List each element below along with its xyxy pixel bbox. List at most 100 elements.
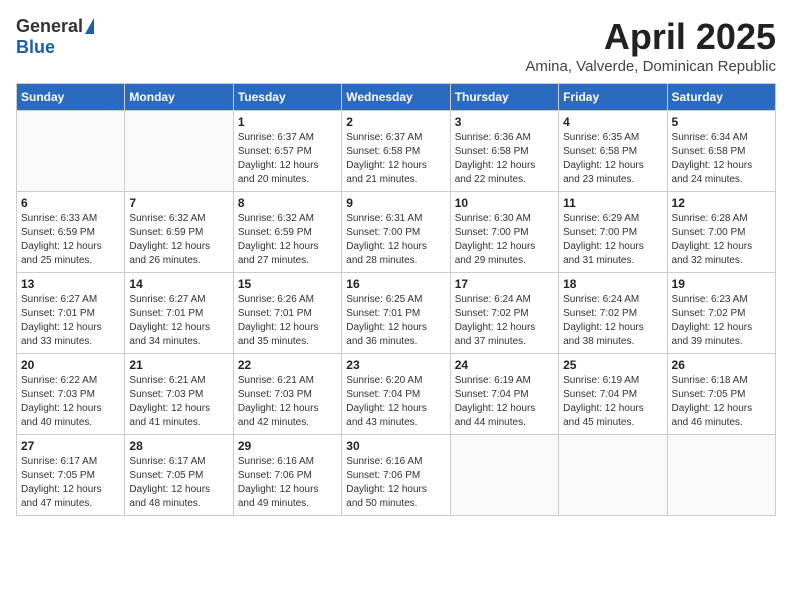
day-info-9: Sunrise: 6:31 AMSunset: 7:00 PMDaylight:… — [346, 212, 445, 268]
day-number-13: 13 — [21, 277, 120, 291]
header-sunday: Sunday — [17, 84, 125, 111]
day-number-28: 28 — [129, 439, 228, 453]
day-number-22: 22 — [238, 358, 337, 372]
calendar-empty — [559, 435, 667, 516]
day-number-24: 24 — [455, 358, 554, 372]
calendar-week-5: 27 Sunrise: 6:17 AMSunset: 7:05 PMDayligh… — [17, 435, 776, 516]
day-info-10: Sunrise: 6:30 AMSunset: 7:00 PMDaylight:… — [455, 212, 554, 268]
day-number-5: 5 — [672, 115, 771, 129]
calendar-day-23: 23 Sunrise: 6:20 AMSunset: 7:04 PMDayligh… — [342, 354, 450, 435]
day-info-8: Sunrise: 6:32 AMSunset: 6:59 PMDaylight:… — [238, 212, 337, 268]
calendar-day-7: 7Sunrise: 6:32 AMSunset: 6:59 PMDaylight… — [125, 192, 233, 273]
calendar-day-21: 21 Sunrise: 6:21 AMSunset: 7:03 PMDayligh… — [125, 354, 233, 435]
header-friday: Friday — [559, 84, 667, 111]
calendar-day-1: 1Sunrise: 6:37 AMSunset: 6:57 PMDaylight… — [233, 111, 341, 192]
day-number-4: 4 — [563, 115, 662, 129]
calendar-day-24: 24 Sunrise: 6:19 AMSunset: 7:04 PMDayligh… — [450, 354, 558, 435]
logo-general: General — [16, 16, 83, 37]
day-number-23: 23 — [346, 358, 445, 372]
day-info-26: Sunrise: 6:18 AMSunset: 7:05 PMDaylight:… — [672, 374, 771, 430]
calendar-week-4: 20 Sunrise: 6:22 AMSunset: 7:03 PMDayligh… — [17, 354, 776, 435]
day-info-21: Sunrise: 6:21 AMSunset: 7:03 PMDaylight:… — [129, 374, 228, 430]
calendar-day-19: 19 Sunrise: 6:23 AMSunset: 7:02 PMDayligh… — [667, 273, 775, 354]
calendar-day-12: 12 Sunrise: 6:28 AMSunset: 7:00 PMDayligh… — [667, 192, 775, 273]
day-number-2: 2 — [346, 115, 445, 129]
day-info-11: Sunrise: 6:29 AMSunset: 7:00 PMDaylight:… — [563, 212, 662, 268]
calendar-day-9: 9 Sunrise: 6:31 AMSunset: 7:00 PMDaylight… — [342, 192, 450, 273]
day-number-17: 17 — [455, 277, 554, 291]
header-thursday: Thursday — [450, 84, 558, 111]
title-area: April 2025 Amina, Valverde, Dominican Re… — [525, 16, 776, 75]
calendar-week-3: 13 Sunrise: 6:27 AMSunset: 7:01 PMDayligh… — [17, 273, 776, 354]
header-monday: Monday — [125, 84, 233, 111]
calendar-day-28: 28Sunrise: 6:17 AMSunset: 7:05 PMDayligh… — [125, 435, 233, 516]
calendar-table: Sunday Monday Tuesday Wednesday Thursday… — [16, 83, 776, 516]
logo-triangle-icon — [85, 18, 94, 34]
day-info-16: Sunrise: 6:25 AMSunset: 7:01 PMDaylight:… — [346, 293, 445, 349]
day-number-10: 10 — [455, 196, 554, 210]
calendar-day-8: 8 Sunrise: 6:32 AMSunset: 6:59 PMDaylight… — [233, 192, 341, 273]
day-info-23: Sunrise: 6:20 AMSunset: 7:04 PMDaylight:… — [346, 374, 445, 430]
day-number-12: 12 — [672, 196, 771, 210]
calendar-empty — [667, 435, 775, 516]
calendar-week-1: 1Sunrise: 6:37 AMSunset: 6:57 PMDaylight… — [17, 111, 776, 192]
day-number-29: 29 — [238, 439, 337, 453]
calendar-day-14: 14Sunrise: 6:27 AMSunset: 7:01 PMDayligh… — [125, 273, 233, 354]
day-info-22: Sunrise: 6:21 AMSunset: 7:03 PMDaylight:… — [238, 374, 337, 430]
calendar-day-3: 3 Sunrise: 6:36 AMSunset: 6:58 PMDaylight… — [450, 111, 558, 192]
day-info-3: Sunrise: 6:36 AMSunset: 6:58 PMDaylight:… — [455, 131, 554, 187]
calendar-day-25: 25Sunrise: 6:19 AMSunset: 7:04 PMDayligh… — [559, 354, 667, 435]
day-info-5: Sunrise: 6:34 AMSunset: 6:58 PMDaylight:… — [672, 131, 771, 187]
day-info-20: Sunrise: 6:22 AMSunset: 7:03 PMDaylight:… — [21, 374, 120, 430]
day-number-20: 20 — [21, 358, 120, 372]
day-info-24: Sunrise: 6:19 AMSunset: 7:04 PMDaylight:… — [455, 374, 554, 430]
calendar-day-11: 11 Sunrise: 6:29 AMSunset: 7:00 PMDayligh… — [559, 192, 667, 273]
calendar-day-5: 5 Sunrise: 6:34 AMSunset: 6:58 PMDaylight… — [667, 111, 775, 192]
header-tuesday: Tuesday — [233, 84, 341, 111]
logo-blue: Blue — [16, 37, 55, 57]
day-number-21: 21 — [129, 358, 228, 372]
day-info-7: Sunrise: 6:32 AMSunset: 6:59 PMDaylight:… — [129, 212, 228, 268]
day-info-6: Sunrise: 6:33 AMSunset: 6:59 PMDaylight:… — [21, 212, 120, 268]
day-number-9: 9 — [346, 196, 445, 210]
day-info-17: Sunrise: 6:24 AMSunset: 7:02 PMDaylight:… — [455, 293, 554, 349]
calendar-day-29: 29 Sunrise: 6:16 AMSunset: 7:06 PMDayligh… — [233, 435, 341, 516]
calendar-day-26: 26Sunrise: 6:18 AMSunset: 7:05 PMDayligh… — [667, 354, 775, 435]
day-number-3: 3 — [455, 115, 554, 129]
day-info-19: Sunrise: 6:23 AMSunset: 7:02 PMDaylight:… — [672, 293, 771, 349]
day-number-8: 8 — [238, 196, 337, 210]
day-info-13: Sunrise: 6:27 AMSunset: 7:01 PMDaylight:… — [21, 293, 120, 349]
calendar-day-15: 15Sunrise: 6:26 AMSunset: 7:01 PMDayligh… — [233, 273, 341, 354]
day-number-27: 27 — [21, 439, 120, 453]
logo: General Blue — [16, 16, 94, 58]
day-number-18: 18 — [563, 277, 662, 291]
calendar-day-10: 10 Sunrise: 6:30 AMSunset: 7:00 PMDayligh… — [450, 192, 558, 273]
day-info-25: Sunrise: 6:19 AMSunset: 7:04 PMDaylight:… — [563, 374, 662, 430]
day-number-16: 16 — [346, 277, 445, 291]
day-number-19: 19 — [672, 277, 771, 291]
day-info-2: Sunrise: 6:37 AMSunset: 6:58 PMDaylight:… — [346, 131, 445, 187]
calendar-day-30: 30Sunrise: 6:16 AMSunset: 7:06 PMDayligh… — [342, 435, 450, 516]
calendar-day-13: 13 Sunrise: 6:27 AMSunset: 7:01 PMDayligh… — [17, 273, 125, 354]
day-info-29: Sunrise: 6:16 AMSunset: 7:06 PMDaylight:… — [238, 455, 337, 511]
day-number-15: 15 — [238, 277, 337, 291]
calendar-day-20: 20 Sunrise: 6:22 AMSunset: 7:03 PMDayligh… — [17, 354, 125, 435]
calendar-location: Amina, Valverde, Dominican Republic — [525, 58, 776, 75]
calendar-empty — [125, 111, 233, 192]
header-wednesday: Wednesday — [342, 84, 450, 111]
calendar-day-2: 2 Sunrise: 6:37 AMSunset: 6:58 PMDaylight… — [342, 111, 450, 192]
day-number-1: 1 — [238, 115, 337, 129]
calendar-day-6: 6Sunrise: 6:33 AMSunset: 6:59 PMDaylight… — [17, 192, 125, 273]
day-info-12: Sunrise: 6:28 AMSunset: 7:00 PMDaylight:… — [672, 212, 771, 268]
header-saturday: Saturday — [667, 84, 775, 111]
day-number-11: 11 — [563, 196, 662, 210]
day-info-27: Sunrise: 6:17 AMSunset: 7:05 PMDaylight:… — [21, 455, 120, 511]
calendar-day-27: 27 Sunrise: 6:17 AMSunset: 7:05 PMDayligh… — [17, 435, 125, 516]
calendar-empty — [17, 111, 125, 192]
calendar-day-17: 17 Sunrise: 6:24 AMSunset: 7:02 PMDayligh… — [450, 273, 558, 354]
calendar-title: April 2025 — [525, 16, 776, 58]
day-info-18: Sunrise: 6:24 AMSunset: 7:02 PMDaylight:… — [563, 293, 662, 349]
calendar-header-row: Sunday Monday Tuesday Wednesday Thursday… — [17, 84, 776, 111]
calendar-day-4: 4Sunrise: 6:35 AMSunset: 6:58 PMDaylight… — [559, 111, 667, 192]
day-info-30: Sunrise: 6:16 AMSunset: 7:06 PMDaylight:… — [346, 455, 445, 511]
